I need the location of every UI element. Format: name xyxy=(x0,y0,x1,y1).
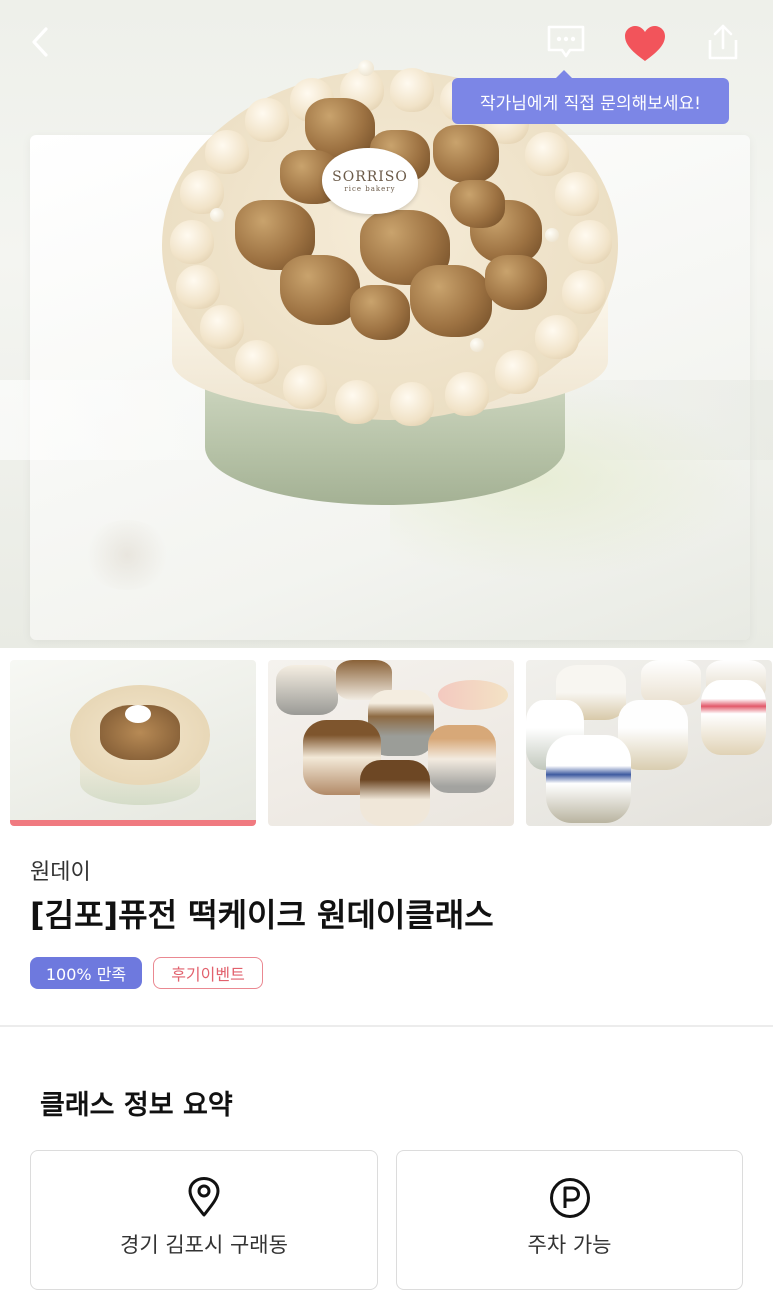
product-title: [김포]퓨전 떡케이크 원데이클래스 xyxy=(30,896,494,934)
location-pin-icon xyxy=(186,1177,222,1221)
shop-name[interactable]: 원데이 xyxy=(30,854,91,886)
hero-cake: SORRISO rice bakery xyxy=(150,60,630,540)
location-label: 경기 김포시 구래동 xyxy=(120,1233,288,1257)
section-divider xyxy=(0,1025,773,1027)
chat-button[interactable] xyxy=(544,22,588,62)
chevron-left-icon xyxy=(32,27,48,57)
heart-icon xyxy=(625,26,665,61)
thumbnail-1[interactable] xyxy=(10,660,256,826)
parking-card[interactable]: 주차 가능 xyxy=(396,1150,743,1290)
location-card[interactable]: 경기 김포시 구래동 xyxy=(30,1150,378,1290)
satisfaction-badge: 100% 만족 xyxy=(30,957,142,989)
parking-icon xyxy=(549,1177,591,1223)
hero-image: SORRISO rice bakery 작가님에게 직접 문의해보세요! xyxy=(0,0,773,648)
product-info: 원데이 [김포]퓨전 떡케이크 원데이클래스 100% 만족 후기이벤트 xyxy=(0,826,773,1026)
review-event-badge[interactable]: 후기이벤트 xyxy=(153,957,263,989)
summary-heading: 클래스 정보 요약 xyxy=(40,1090,233,1121)
thumbnail-2[interactable] xyxy=(268,660,514,826)
thumbnail-3[interactable] xyxy=(526,660,772,826)
top-bar: 작가님에게 직접 문의해보세요! xyxy=(0,0,773,124)
share-button[interactable] xyxy=(705,22,741,62)
inquiry-tooltip[interactable]: 작가님에게 직접 문의해보세요! xyxy=(452,70,729,124)
parking-label: 주차 가능 xyxy=(527,1233,612,1257)
chat-bubble-icon xyxy=(547,25,585,58)
gallery-thumbnails xyxy=(10,660,773,826)
like-button[interactable] xyxy=(623,24,667,64)
back-button[interactable] xyxy=(24,24,58,60)
cake-logo-plaque: SORRISO rice bakery xyxy=(322,148,418,214)
share-icon xyxy=(708,24,738,60)
